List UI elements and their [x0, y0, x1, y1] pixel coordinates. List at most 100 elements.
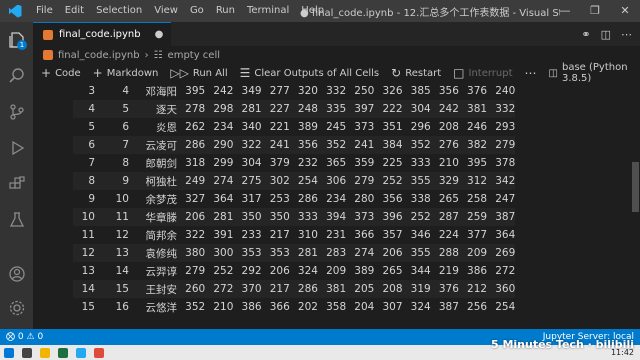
value-cell: 327: [185, 193, 206, 205]
menu-terminal[interactable]: Terminal: [241, 0, 295, 22]
value-cell: 292: [241, 265, 262, 277]
run-debug-icon[interactable]: [0, 130, 33, 166]
value-cell: 350: [269, 211, 290, 223]
value-cell: 397: [354, 103, 375, 115]
menu-view[interactable]: View: [148, 0, 184, 22]
row-index-cell: 4: [88, 103, 95, 115]
toolbar-more-icon[interactable]: ⋯: [525, 66, 537, 80]
value-cell: 206: [382, 247, 403, 259]
menu-file[interactable]: File: [30, 0, 59, 22]
value-cell: 279: [495, 139, 516, 151]
clock[interactable]: 11:42: [611, 348, 634, 357]
value-cell: 379: [269, 157, 290, 169]
menu-edit[interactable]: Edit: [59, 0, 90, 22]
plus-icon: +: [41, 66, 52, 80]
value-cell: 281: [241, 103, 262, 115]
add-markdown-button[interactable]: + Markdown: [93, 66, 159, 80]
notebook-icon: [43, 50, 53, 60]
table-row: 3 4 邓海阳 395 242 349 277 320 332 250 326 385 356 376 24…: [73, 82, 515, 100]
value-cell: 242: [438, 103, 459, 115]
tab-label: final_code.ipynb: [59, 29, 141, 40]
add-code-button[interactable]: + Code: [41, 66, 81, 80]
value-cell: 355: [410, 175, 431, 187]
source-control-icon[interactable]: [0, 94, 33, 130]
kernel-picker[interactable]: ◫ base (Python 3.8.5): [549, 62, 632, 84]
breadcrumb-file[interactable]: final_code.ipynb: [58, 50, 140, 61]
value-cell: 210: [438, 157, 459, 169]
breadcrumb-cell[interactable]: empty cell: [168, 50, 220, 61]
row-number-cell: 16: [115, 301, 129, 313]
value-cell: 384: [382, 139, 403, 151]
windows-start-icon[interactable]: [4, 347, 14, 358]
value-cell: 232: [297, 157, 318, 169]
menu-run[interactable]: Run: [210, 0, 241, 22]
value-cell: 356: [382, 193, 403, 205]
testing-icon[interactable]: [0, 202, 33, 238]
explorer-icon[interactable]: 1: [0, 22, 33, 58]
more-actions-icon[interactable]: ⋯: [621, 28, 632, 41]
menu-selection[interactable]: Selection: [90, 0, 148, 22]
value-cell: 391: [213, 229, 234, 241]
value-cell: 286: [297, 283, 318, 295]
problems-indicator[interactable]: ⨂ 0 ⚠ 0: [6, 332, 43, 342]
value-cell: 256: [467, 301, 488, 313]
interrupt-button[interactable]: □ Interrupt: [453, 66, 512, 80]
row-index-cell: 9: [88, 193, 95, 205]
value-cell: 365: [326, 157, 347, 169]
restart-button[interactable]: ↻ Restart: [391, 66, 441, 80]
plus-icon: +: [92, 66, 103, 80]
tab-final-code[interactable]: final_code.ipynb ●: [33, 22, 172, 46]
value-cell: 286: [185, 139, 206, 151]
name-cell: 云悠洋: [145, 301, 178, 314]
value-cell: 377: [467, 229, 488, 241]
open-changes-icon[interactable]: ⚭: [581, 28, 590, 41]
value-cell: 240: [495, 85, 516, 97]
file-explorer-icon[interactable]: [40, 347, 50, 358]
scrollbar-thumb[interactable]: [632, 162, 639, 212]
row-index-cell: 8: [88, 175, 95, 187]
value-cell: 209: [467, 247, 488, 259]
accounts-icon[interactable]: [0, 256, 33, 292]
value-cell: 387: [495, 211, 516, 223]
maximize-icon[interactable]: ❐: [580, 0, 610, 22]
value-cell: 322: [185, 229, 206, 241]
close-icon[interactable]: ✕: [610, 0, 640, 22]
modified-dot-icon[interactable]: ●: [155, 29, 164, 40]
vscode-taskbar-icon[interactable]: [76, 347, 86, 358]
value-cell: 333: [297, 211, 318, 223]
value-cell: 319: [410, 283, 431, 295]
settings-gear-icon[interactable]: [0, 290, 33, 326]
menu-go[interactable]: Go: [184, 0, 210, 22]
kernel-icon: ◫: [548, 67, 558, 79]
table-row: 4 5 逐天 278 298 281 227 248 335 397 222 304 242 381 332: [73, 100, 516, 118]
value-cell: 382: [467, 139, 488, 151]
value-cell: 385: [410, 85, 431, 97]
run-all-button[interactable]: ▷▷ Run All: [170, 66, 227, 80]
value-cell: 252: [213, 265, 234, 277]
value-cell: 353: [269, 247, 290, 259]
clear-outputs-button[interactable]: ☰ Clear Outputs of All Cells: [240, 66, 380, 80]
value-cell: 290: [213, 139, 234, 151]
value-cell: 234: [213, 121, 234, 133]
value-cell: 378: [495, 157, 516, 169]
cell-icon: ☷: [153, 49, 163, 61]
value-cell: 258: [467, 193, 488, 205]
search-taskbar-icon[interactable]: [22, 347, 32, 358]
minimize-icon[interactable]: —: [550, 0, 580, 22]
search-icon[interactable]: [0, 58, 33, 94]
add-code-label: Code: [55, 67, 81, 79]
jupyter-server-status[interactable]: Jupyter Server: local: [543, 332, 634, 342]
table-row: 13 14 云羿谆 279 252 292 206 324 209 389 265 344 219 386…: [73, 262, 516, 280]
value-cell: 272: [213, 283, 234, 295]
browser-icon[interactable]: [94, 347, 104, 358]
excel-icon[interactable]: [58, 347, 68, 358]
clear-outputs-label: Clear Outputs of All Cells: [254, 67, 380, 79]
table-row: 8 9 柯独杜 249 274 275 302 254 306 279 252 355 329 312 34…: [73, 172, 516, 190]
name-cell: 炎恩: [156, 121, 177, 134]
system-tray: 11:42: [611, 348, 640, 357]
vertical-scrollbar[interactable]: [630, 82, 640, 329]
extensions-icon[interactable]: [0, 166, 33, 202]
name-cell: 华章滕: [145, 211, 178, 224]
split-editor-icon[interactable]: ◫: [601, 28, 611, 41]
value-cell: 206: [269, 265, 290, 277]
